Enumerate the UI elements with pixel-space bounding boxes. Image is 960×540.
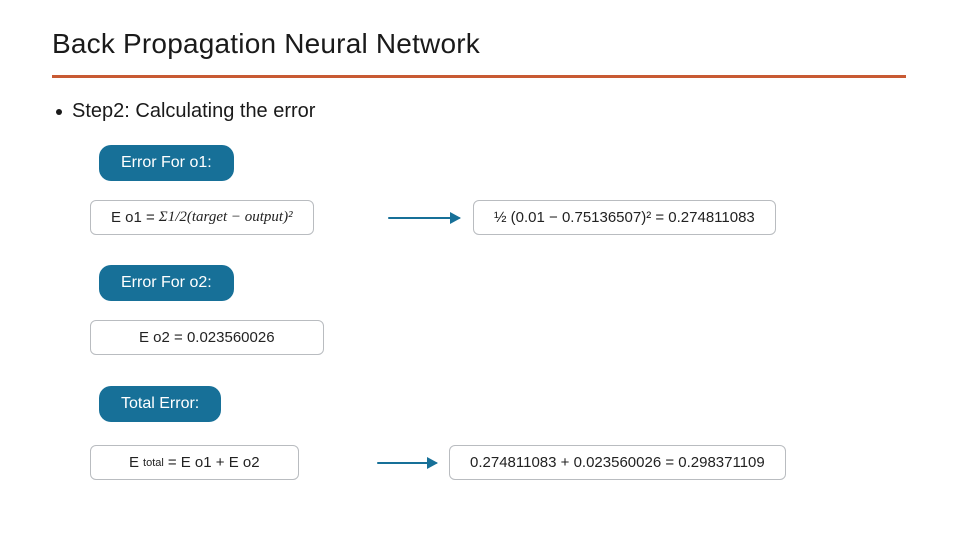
etotal-rest: = E o1 + E o2 [168,454,260,471]
formula-e-o2-result: E o2 = 0.023560026 [90,320,324,355]
formula-e-o1-math: Σ1/2(target − output)² [159,209,293,226]
arrow-icon [377,462,437,464]
formula-e-o1-prefix: E o1 = [111,209,155,226]
formula-etotal-def: Etotal = E o1 + E o2 [90,445,299,480]
formula-etotal-eval: 0.274811083 + 0.023560026 = 0.298371109 [449,445,786,480]
formula-e-o1-def: E o1 = Σ1/2(target − output)² [90,200,314,235]
etotal-sub: total [143,457,164,469]
diagram-stage: Error For o1: E o1 = Σ1/2(target − outpu… [85,145,878,510]
arrow-icon [388,217,460,219]
title-underline [52,75,906,78]
step-text: Step2: Calculating the error [72,100,315,123]
label-total-error: Total Error: [99,386,221,422]
etotal-prefix: E [129,454,139,471]
label-error-o2: Error For o2: [99,265,234,301]
label-error-o1: Error For o1: [99,145,234,181]
bullet-dot-icon [56,109,62,115]
formula-e-o1-eval: ½ (0.01 − 0.75136507)² = 0.274811083 [473,200,776,235]
page-title: Back Propagation Neural Network [52,28,480,60]
step-bullet: Step2: Calculating the error [56,100,315,123]
slide: Back Propagation Neural Network Step2: C… [0,0,960,540]
